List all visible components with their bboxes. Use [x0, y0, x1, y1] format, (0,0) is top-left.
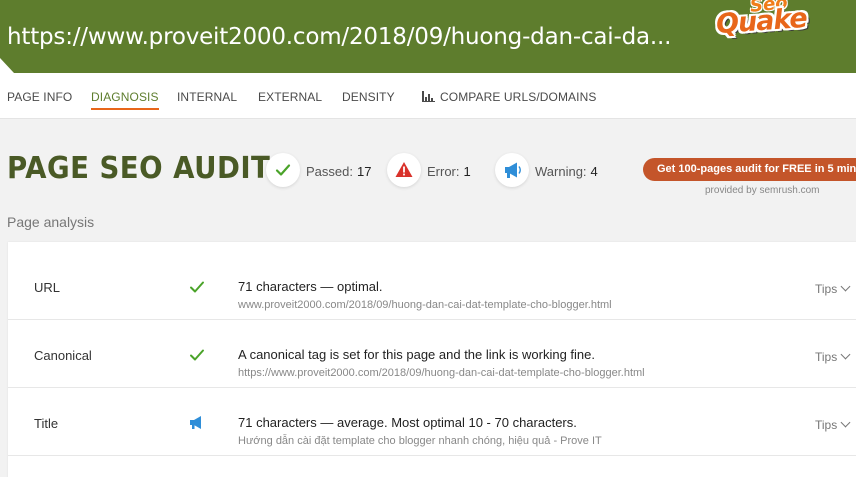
provided-by-text[interactable]: provided by semrush.com [705, 185, 820, 196]
warning-triangle-icon [387, 153, 421, 187]
table-row: Canonical A canonical tag is set for thi… [8, 320, 856, 388]
error-count: 1 [463, 164, 471, 179]
warning-count: 4 [590, 164, 598, 179]
tips-toggle[interactable]: Tips [815, 281, 851, 296]
row-name-title: Title [34, 416, 59, 431]
check-icon [266, 153, 300, 187]
row-name-canonical: Canonical [34, 348, 92, 363]
tab-bar: PAGE INFO DIAGNOSIS INTERNAL EXTERNAL DE… [0, 73, 856, 119]
header-notch [0, 58, 14, 73]
chevron-down-icon [840, 281, 851, 292]
check-icon [188, 346, 206, 364]
tips-toggle[interactable]: Tips [815, 349, 851, 364]
error-label: Error: [427, 164, 460, 179]
address-header: https://www.proveit2000.com/2018/09/huon… [0, 0, 856, 73]
tab-diagnosis[interactable]: DIAGNOSIS [91, 90, 159, 110]
table-row: Title 71 characters — average. Most opti… [8, 388, 856, 456]
row-name-url: URL [34, 280, 61, 295]
free-audit-button[interactable]: Get 100-pages audit for FREE in 5 minute… [643, 158, 856, 181]
bar-chart-icon [422, 91, 435, 102]
warning-label: Warning: [535, 164, 587, 179]
page-title: PAGE SEO AUDIT [7, 151, 271, 186]
tips-label: Tips [815, 418, 838, 432]
tips-label: Tips [815, 282, 838, 296]
tab-density[interactable]: DENSITY [342, 90, 395, 104]
tab-external[interactable]: EXTERNAL [258, 90, 322, 104]
check-icon [188, 278, 206, 296]
passed-count: 17 [356, 164, 372, 179]
seoquake-logo[interactable]: Seo Quake [712, 0, 837, 46]
row-message: 71 characters — average. Most optimal 10… [238, 415, 577, 430]
passed-label: Passed: [306, 164, 353, 179]
tab-page-info[interactable]: PAGE INFO [7, 90, 72, 104]
row-message: A canonical tag is set for this page and… [238, 347, 595, 362]
tab-compare-urls-domains[interactable]: COMPARE URLS/DOMAINS [422, 90, 596, 104]
chevron-down-icon [840, 349, 851, 360]
row-message: 71 characters — optimal. [238, 279, 383, 294]
row-detail: www.proveit2000.com/2018/09/huong-dan-ca… [238, 299, 612, 311]
table-row: URL 71 characters — optimal. www.proveit… [8, 252, 856, 320]
tab-internal[interactable]: INTERNAL [177, 90, 237, 104]
row-detail: https://www.proveit2000.com/2018/09/huon… [238, 367, 645, 379]
megaphone-icon [495, 153, 529, 187]
page-url: https://www.proveit2000.com/2018/09/huon… [7, 24, 672, 50]
tab-compare-label: COMPARE URLS/DOMAINS [440, 90, 597, 104]
page-analysis-heading: Page analysis [7, 214, 95, 230]
row-detail: Hướng dẫn cài đặt template cho blogger n… [238, 435, 602, 447]
tips-toggle[interactable]: Tips [815, 417, 851, 432]
tips-label: Tips [815, 350, 838, 364]
analysis-table: URL 71 characters — optimal. www.proveit… [8, 242, 856, 477]
chevron-down-icon [840, 417, 851, 428]
logo-quake-text: Quake [715, 2, 808, 41]
megaphone-icon [188, 414, 206, 432]
